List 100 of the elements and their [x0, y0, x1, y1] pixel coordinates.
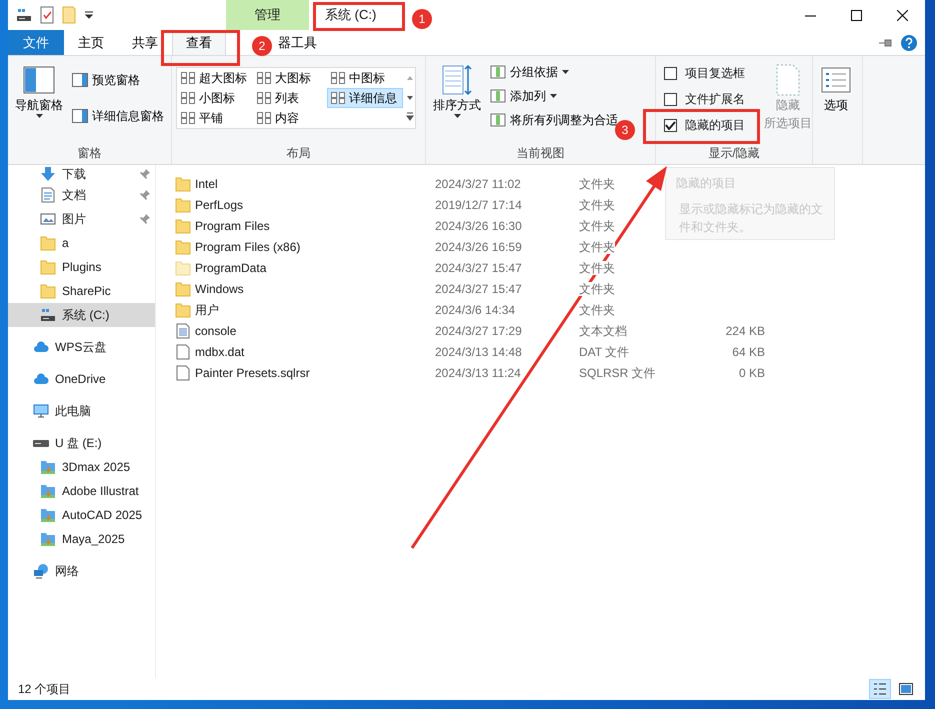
group-label: 显示/隐藏	[707, 145, 761, 162]
sidebar-item[interactable]: Adobe Illustrat	[8, 479, 155, 503]
file-name[interactable]: Windows	[195, 280, 435, 298]
sidebar-item[interactable]: 下载	[8, 165, 155, 183]
pane-icon	[72, 73, 88, 87]
caret-icon	[454, 114, 460, 118]
sidebar-item[interactable]: 图片	[8, 207, 155, 231]
ribbon-button[interactable]: 预览窗格	[70, 70, 166, 90]
file-type: SQLRSR 文件	[579, 366, 656, 380]
view-icon	[331, 92, 345, 104]
check-icon	[665, 120, 676, 130]
file-name[interactable]: console	[195, 322, 435, 340]
ribbon-button[interactable]: 选项	[817, 62, 855, 144]
sidebar-item[interactable]: U 盘 (E:)	[8, 431, 155, 455]
sidebar-item[interactable]: WPS云盘	[8, 335, 155, 359]
maximize-icon	[850, 10, 862, 20]
sidebar-item[interactable]: Maya_2025	[8, 527, 155, 551]
close-icon	[896, 10, 908, 20]
details-view-button[interactable]	[869, 679, 891, 699]
folder-icon	[175, 260, 191, 276]
folder-icon	[175, 238, 191, 254]
ribbon-button[interactable]: 添加列	[488, 86, 620, 106]
layout-option[interactable]: 大图标	[253, 68, 327, 88]
file-name[interactable]: Program Files	[195, 216, 435, 234]
layout-option[interactable]: 详细信息	[327, 88, 403, 108]
file-name[interactable]: mdbx.dat	[195, 342, 435, 360]
sidebar-item[interactable]: 3Dmax 2025	[8, 455, 155, 479]
layout-option[interactable]: 中图标	[327, 68, 403, 88]
file-name[interactable]: 用户	[195, 300, 435, 318]
cloud-icon	[33, 371, 49, 387]
file-type: 文件夹	[579, 302, 615, 316]
item-count: 12 个项目	[18, 681, 71, 698]
view-icon	[181, 92, 195, 104]
layout-option[interactable]: 小图标	[177, 88, 253, 108]
checkbox[interactable]: 隐藏的项目	[660, 114, 749, 136]
checkbox[interactable]: 文件扩展名	[660, 88, 749, 110]
view-icon	[181, 112, 195, 124]
layout-option[interactable]: 平铺	[177, 108, 253, 128]
file-type: DAT 文件	[579, 344, 630, 358]
folder-icon	[175, 280, 191, 296]
checklist-icon[interactable]	[40, 6, 54, 24]
pin-icon[interactable]	[879, 38, 893, 48]
view-icon	[181, 72, 195, 84]
layout-option[interactable]: 列表	[253, 88, 327, 108]
monitor-icon	[33, 403, 49, 419]
cloud-icon	[33, 339, 49, 355]
ribbon-tab[interactable]: 共享	[118, 30, 172, 55]
sidebar-item[interactable]: Plugins	[8, 255, 155, 279]
sidebar-item[interactable]: a	[8, 231, 155, 255]
ribbon-button[interactable]: 排序方式	[430, 62, 484, 144]
context-tab[interactable]: 管理	[226, 0, 309, 30]
column-icon	[490, 64, 506, 80]
view-icon	[257, 112, 271, 124]
view-icon	[257, 92, 271, 104]
text-file-icon	[175, 322, 191, 338]
file-size: 0 KB	[738, 364, 765, 382]
file-name[interactable]: PerfLogs	[195, 196, 435, 214]
file-type: 文件夹	[579, 198, 615, 212]
folder-icon	[175, 218, 191, 234]
checkbox[interactable]: 项目复选框	[660, 62, 749, 84]
file-date: 2024/3/27 11:02	[435, 176, 522, 192]
ribbon-button[interactable]: 分组依据	[488, 62, 620, 82]
sidebar-item[interactable]: SharePic	[8, 279, 155, 303]
folder-icon	[40, 459, 56, 475]
drive-icon[interactable]	[16, 7, 32, 23]
sidebar-item[interactable]: 文档	[8, 183, 155, 207]
file-icon	[175, 344, 191, 360]
file-name[interactable]: Intel	[195, 174, 435, 192]
file-date: 2019/12/7 17:14	[435, 196, 523, 214]
sidebar-item[interactable]: 网络	[8, 559, 155, 583]
ribbon-tab[interactable]: 主页	[64, 30, 118, 55]
file-size: 224 KB	[724, 322, 765, 340]
help-icon[interactable]	[901, 34, 917, 50]
file-date: 2024/3/13 11:24	[435, 364, 522, 382]
window-title: 系统 (C:)	[325, 7, 376, 23]
file-date: 2024/3/13 14:48	[435, 344, 523, 360]
dropdown-icon[interactable]	[84, 10, 94, 20]
sidebar-item[interactable]: OneDrive	[8, 367, 155, 391]
file-menu-button[interactable]: 文件	[8, 30, 64, 55]
sidebar-item[interactable]: 系统 (C:)	[8, 303, 155, 327]
file-date: 2024/3/6 14:34	[435, 302, 516, 318]
layout-option[interactable]: 内容	[253, 108, 327, 128]
sidebar-item[interactable]: 此电脑	[8, 399, 155, 423]
file-type: 文件夹	[579, 218, 615, 232]
ribbon-button[interactable]: 导航窗格	[12, 62, 66, 144]
details-view-icon	[873, 682, 887, 696]
ribbon-button[interactable]: 详细信息窗格	[70, 106, 166, 126]
file-name[interactable]: Program Files (x86)	[195, 238, 435, 256]
file-name[interactable]: ProgramData	[195, 258, 435, 276]
resize-columns-icon	[490, 112, 506, 128]
caret-icon	[562, 70, 569, 74]
file-name[interactable]: Painter Presets.sqlrsr	[195, 364, 435, 382]
ribbon-tab[interactable]: 器工具	[277, 30, 326, 55]
layout-option[interactable]: 超大图标	[177, 68, 253, 88]
drive-icon	[40, 307, 56, 323]
file-date: 2024/3/26 16:59	[435, 238, 523, 256]
folder-icon	[40, 483, 56, 499]
folder-icon	[40, 531, 56, 547]
file-type: 文件夹	[579, 260, 615, 274]
sidebar-item[interactable]: AutoCAD 2025	[8, 503, 155, 527]
